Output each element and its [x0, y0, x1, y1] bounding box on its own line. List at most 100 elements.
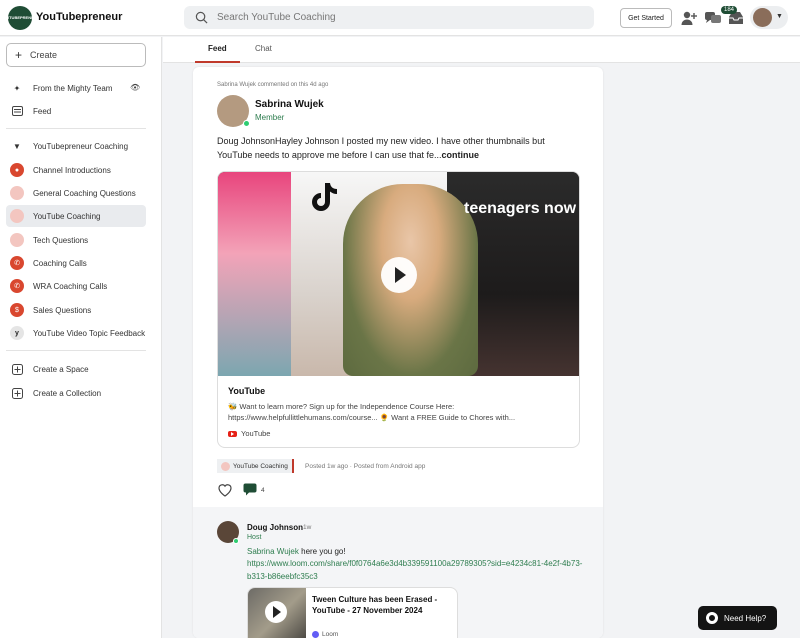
comment-text: here you go!	[298, 547, 346, 556]
loom-url-link[interactable]: https://www.loom.com/share/f0f0764a6e3d4…	[247, 559, 582, 580]
sidebar-item-coaching-calls[interactable]: ✆ Coaching Calls	[6, 252, 146, 274]
sidebar-item-label: From the Mighty Team	[33, 83, 113, 93]
feed-icon	[10, 104, 24, 118]
comment-time: 1w	[303, 524, 312, 531]
continue-link[interactable]: continue	[442, 150, 480, 160]
avatar	[753, 8, 772, 27]
tab-bar: Feed Chat	[163, 37, 800, 63]
search-bar[interactable]: Search YouTube Coaching	[184, 6, 594, 29]
need-help-button[interactable]: Need Help?	[698, 606, 777, 630]
embed-source-label: YouTube	[241, 429, 271, 438]
space-tag[interactable]: YouTube Coaching	[217, 459, 294, 473]
sidebar-item-wra-coaching-calls[interactable]: ✆ WRA Coaching Calls	[6, 275, 146, 297]
comment-author-role: Host	[247, 534, 262, 541]
sidebar-item-label: Coaching Calls	[33, 258, 87, 268]
need-help-label: Need Help?	[724, 613, 767, 623]
y-letter-icon: y	[10, 326, 24, 340]
search-placeholder: Search YouTube Coaching	[217, 12, 336, 23]
space-icon: ●	[10, 163, 24, 177]
sidebar-item-label: Channel Introductions	[33, 165, 111, 175]
sidebar-item-label: Feed	[33, 106, 52, 116]
loom-embed[interactable]: Tween Culture has been Erased - YouTube …	[247, 587, 458, 638]
embed-source: YouTube	[228, 429, 270, 438]
add-person-icon[interactable]	[680, 9, 698, 27]
comment-thread: Doug Johnson 1w Host Sabrina Wujek here …	[193, 507, 603, 638]
create-button[interactable]: + Create	[6, 43, 146, 67]
active-tab-indicator	[195, 61, 240, 63]
create-space-button[interactable]: Create a Space	[6, 358, 146, 380]
post-meta: Posted 1w ago · Posted from Android app	[305, 463, 426, 470]
sidebar-item-label: YouTube Coaching	[33, 211, 101, 221]
chat-bubbles-icon[interactable]	[704, 9, 722, 27]
comment-icon[interactable]	[243, 483, 257, 496]
online-indicator	[233, 538, 239, 544]
app-logo[interactable]: YOUTUBEPRENEUR	[0, 6, 40, 30]
space-icon	[10, 233, 24, 247]
space-icon	[10, 186, 24, 200]
online-indicator	[243, 120, 250, 127]
post-body: Doug JohnsonHayley Johnson I posted my n…	[217, 135, 579, 162]
embed-description: 🐝 Want to learn more? Sign up for the In…	[228, 402, 516, 422]
sidebar-item-label: Sales Questions	[33, 305, 92, 315]
sidebar: + Create ✦ From the Mighty Team 👁 Feed ▼…	[0, 37, 162, 638]
post-author[interactable]: Sabrina Wujek	[255, 99, 324, 110]
sparkle-icon: ✦	[13, 83, 21, 93]
create-label: Create	[30, 50, 58, 60]
create-collection-label: Create a Collection	[33, 388, 102, 398]
youtube-embed[interactable]: teenagers now YouTube 🐝 Want to learn mo…	[217, 171, 580, 448]
comment-author[interactable]: Doug Johnson	[247, 523, 303, 532]
create-collection-button[interactable]: Create a Collection	[6, 382, 146, 404]
dollar-icon: $	[10, 303, 24, 317]
space-icon	[10, 209, 24, 223]
notification-badge: 184	[721, 6, 738, 14]
plus-square-icon	[10, 362, 24, 376]
plus-icon: +	[15, 48, 23, 62]
space-tag-label: YouTube Coaching	[233, 462, 288, 470]
sidebar-item-sales-questions[interactable]: $ Sales Questions	[6, 299, 146, 321]
loom-source: Loom	[312, 631, 338, 638]
create-space-label: Create a Space	[33, 364, 89, 374]
comment-body: Sabrina Wujek here you go! https://www.l…	[247, 546, 587, 583]
phone-icon: ✆	[10, 256, 24, 270]
thumbnail-panel	[218, 172, 291, 376]
video-thumbnail[interactable]: teenagers now	[218, 172, 579, 376]
sidebar-item-label: Tech Questions	[33, 235, 89, 245]
tab-chat[interactable]: Chat	[255, 44, 272, 53]
heart-icon[interactable]	[217, 482, 233, 498]
sidebar-item-general-coaching[interactable]: General Coaching Questions	[6, 182, 146, 204]
loom-icon	[312, 631, 319, 638]
sidebar-item-tech-questions[interactable]: Tech Questions	[6, 229, 146, 251]
post-activity: Sabrina Wujek commented on this 4d ago	[217, 82, 329, 88]
play-button[interactable]	[381, 257, 417, 293]
play-button[interactable]	[265, 601, 287, 623]
section-label: YouTubepreneur Coaching	[33, 141, 129, 151]
embed-title[interactable]: YouTube	[228, 386, 265, 396]
comment-count: 4	[261, 487, 265, 494]
author-role: Member	[255, 113, 285, 122]
eye-icon[interactable]: 👁	[130, 83, 140, 92]
space-icon	[221, 461, 230, 471]
app-title[interactable]: YouTubepreneur	[36, 11, 122, 23]
caret-down-icon: ▼	[13, 141, 21, 151]
get-started-button[interactable]: Get Started	[620, 8, 672, 28]
sidebar-item-label: General Coaching Questions	[33, 188, 136, 198]
search-icon	[195, 11, 208, 24]
mention-link[interactable]: Sabrina Wujek	[247, 547, 299, 556]
sidebar-item-mighty-team[interactable]: ✦ From the Mighty Team	[6, 77, 146, 99]
loom-source-label: Loom	[322, 631, 339, 638]
sidebar-item-topic-feedback[interactable]: y YouTube Video Topic Feedback	[6, 322, 146, 344]
plus-square-icon	[10, 386, 24, 400]
tab-feed[interactable]: Feed	[208, 44, 227, 53]
sidebar-item-youtube-coaching[interactable]: YouTube Coaching	[6, 205, 146, 227]
user-menu[interactable]: ▼	[750, 6, 788, 29]
sidebar-item-feed[interactable]: Feed	[6, 100, 146, 122]
sidebar-section-coaching[interactable]: ▼ YouTubepreneur Coaching	[6, 135, 146, 157]
sidebar-item-channel-introductions[interactable]: ● Channel Introductions	[6, 159, 146, 181]
top-header: YOUTUBEPRENEUR YouTubepreneur Search You…	[0, 0, 800, 36]
loom-title[interactable]: Tween Culture has been Erased - YouTube …	[312, 594, 452, 616]
tiktok-logo-icon	[312, 183, 337, 211]
sidebar-item-label: YouTube Video Topic Feedback	[33, 328, 146, 338]
loom-thumbnail	[248, 588, 306, 638]
sidebar-item-label: WRA Coaching Calls	[33, 281, 108, 291]
post-card: Sabrina Wujek commented on this 4d ago S…	[193, 67, 603, 638]
